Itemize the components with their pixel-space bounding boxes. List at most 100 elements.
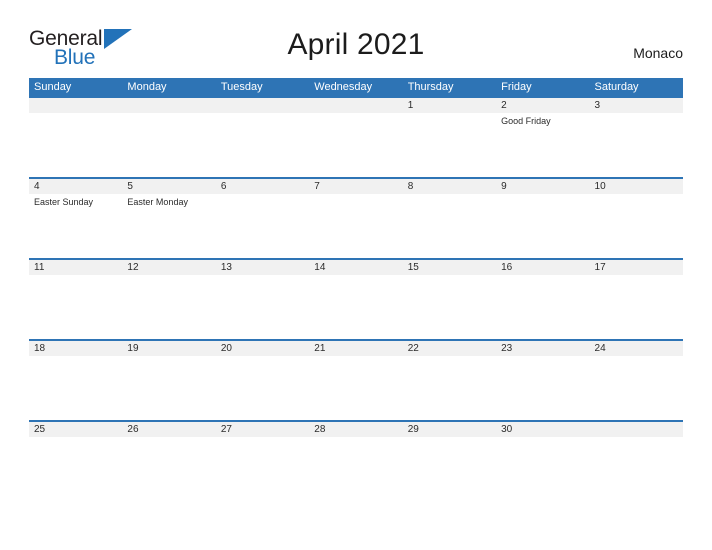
day-cell[interactable]	[496, 437, 589, 501]
day-cell[interactable]	[496, 275, 589, 339]
day-cell[interactable]	[216, 194, 309, 258]
weekday-header-thursday: Thursday	[407, 81, 454, 93]
page-header: General Blue April 2021 Monaco	[0, 0, 712, 76]
day-number[interactable]: 10	[590, 179, 683, 194]
day-number[interactable]: 3	[590, 98, 683, 113]
weekday-header-row: Sunday Monday Tuesday Wednesday Thursday…	[29, 78, 683, 96]
event-label: Easter Sunday	[34, 197, 94, 207]
day-events-band	[29, 275, 683, 339]
day-cell[interactable]	[29, 356, 122, 420]
day-number[interactable]: 20	[216, 341, 309, 356]
day-cell[interactable]: Easter Monday	[122, 194, 215, 258]
day-cell[interactable]: Good Friday	[496, 113, 589, 177]
day-number[interactable]: 23	[496, 341, 589, 356]
day-number[interactable]: 14	[309, 260, 402, 275]
day-number[interactable]: 28	[309, 422, 402, 437]
day-number-band: 4 5 6 7 8 9 10	[29, 177, 683, 194]
day-cell[interactable]	[590, 275, 683, 339]
week-row: 25 26 27 28 29 30	[29, 420, 683, 501]
day-number-band: 25 26 27 28 29 30	[29, 420, 683, 437]
week-row: 4 5 6 7 8 9 10 Easter Sunday Easter Mond…	[29, 177, 683, 258]
weekday-header-tuesday: Tuesday	[220, 81, 263, 93]
day-number[interactable]: 4	[29, 179, 122, 194]
weekday-header-wednesday: Wednesday	[314, 81, 373, 93]
day-number[interactable]: 11	[29, 260, 122, 275]
day-cell[interactable]	[590, 437, 683, 501]
day-cell[interactable]	[29, 113, 122, 177]
calendar-grid: Sunday Monday Tuesday Wednesday Thursday…	[29, 78, 683, 501]
day-number[interactable]: 7	[309, 179, 402, 194]
week-row: 1 2 3 Good Friday	[29, 96, 683, 177]
day-cell[interactable]	[216, 275, 309, 339]
week-row: 11 12 13 14 15 16 17	[29, 258, 683, 339]
weekday-header-saturday: Saturday	[594, 81, 639, 93]
day-number-band: 18 19 20 21 22 23 24	[29, 339, 683, 356]
weekday-header-sunday: Sunday	[34, 81, 72, 93]
weekday-header-monday: Monday	[127, 81, 167, 93]
day-number[interactable]: 26	[122, 422, 215, 437]
day-cell[interactable]	[309, 275, 402, 339]
day-cell[interactable]	[122, 113, 215, 177]
week-row: 18 19 20 21 22 23 24	[29, 339, 683, 420]
day-cell[interactable]	[216, 113, 309, 177]
day-number[interactable]: 21	[309, 341, 402, 356]
day-number[interactable]: 9	[496, 179, 589, 194]
day-cell[interactable]	[216, 356, 309, 420]
day-number[interactable]	[29, 98, 122, 113]
day-number[interactable]: 24	[590, 341, 683, 356]
day-cell[interactable]	[29, 275, 122, 339]
weekday-header-friday: Friday	[501, 81, 532, 93]
day-cell[interactable]	[496, 194, 589, 258]
day-number[interactable]: 29	[403, 422, 496, 437]
day-number[interactable]: 27	[216, 422, 309, 437]
day-number[interactable]: 16	[496, 260, 589, 275]
day-cell[interactable]	[590, 356, 683, 420]
day-cell[interactable]	[496, 356, 589, 420]
day-cell[interactable]: Easter Sunday	[29, 194, 122, 258]
day-cell[interactable]	[403, 437, 496, 501]
day-number[interactable]: 1	[403, 98, 496, 113]
day-cell[interactable]	[403, 356, 496, 420]
day-cell[interactable]	[590, 194, 683, 258]
day-cell[interactable]	[29, 437, 122, 501]
day-number[interactable]: 17	[590, 260, 683, 275]
day-number[interactable]: 6	[216, 179, 309, 194]
day-number-band: 1 2 3	[29, 96, 683, 113]
day-number[interactable]: 25	[29, 422, 122, 437]
day-number[interactable]	[216, 98, 309, 113]
day-cell[interactable]	[309, 194, 402, 258]
day-cell[interactable]	[403, 275, 496, 339]
day-number[interactable]: 2	[496, 98, 589, 113]
day-cell[interactable]	[309, 113, 402, 177]
day-events-band: Easter Sunday Easter Monday	[29, 194, 683, 258]
day-cell[interactable]	[403, 194, 496, 258]
day-number[interactable]: 30	[496, 422, 589, 437]
day-cell[interactable]	[122, 275, 215, 339]
day-events-band: Good Friday	[29, 113, 683, 177]
event-label: Good Friday	[501, 116, 551, 126]
day-cell[interactable]	[216, 437, 309, 501]
day-number[interactable]	[590, 422, 683, 437]
event-label: Easter Monday	[127, 197, 188, 207]
day-cell[interactable]	[309, 356, 402, 420]
day-number-band: 11 12 13 14 15 16 17	[29, 258, 683, 275]
day-number[interactable]: 8	[403, 179, 496, 194]
region-label: Monaco	[633, 45, 683, 61]
day-events-band	[29, 356, 683, 420]
day-number[interactable]: 15	[403, 260, 496, 275]
day-number[interactable]: 13	[216, 260, 309, 275]
day-number[interactable]	[309, 98, 402, 113]
day-number[interactable]: 18	[29, 341, 122, 356]
day-cell[interactable]	[309, 437, 402, 501]
day-cell[interactable]	[590, 113, 683, 177]
day-number[interactable]: 12	[122, 260, 215, 275]
day-number[interactable]: 22	[403, 341, 496, 356]
day-number[interactable]: 19	[122, 341, 215, 356]
day-cell[interactable]	[403, 113, 496, 177]
day-number[interactable]: 5	[122, 179, 215, 194]
day-number[interactable]	[122, 98, 215, 113]
day-cell[interactable]	[122, 437, 215, 501]
calendar-page: General Blue April 2021 Monaco Sunday Mo…	[0, 0, 712, 550]
page-title: April 2021	[287, 28, 425, 61]
day-cell[interactable]	[122, 356, 215, 420]
